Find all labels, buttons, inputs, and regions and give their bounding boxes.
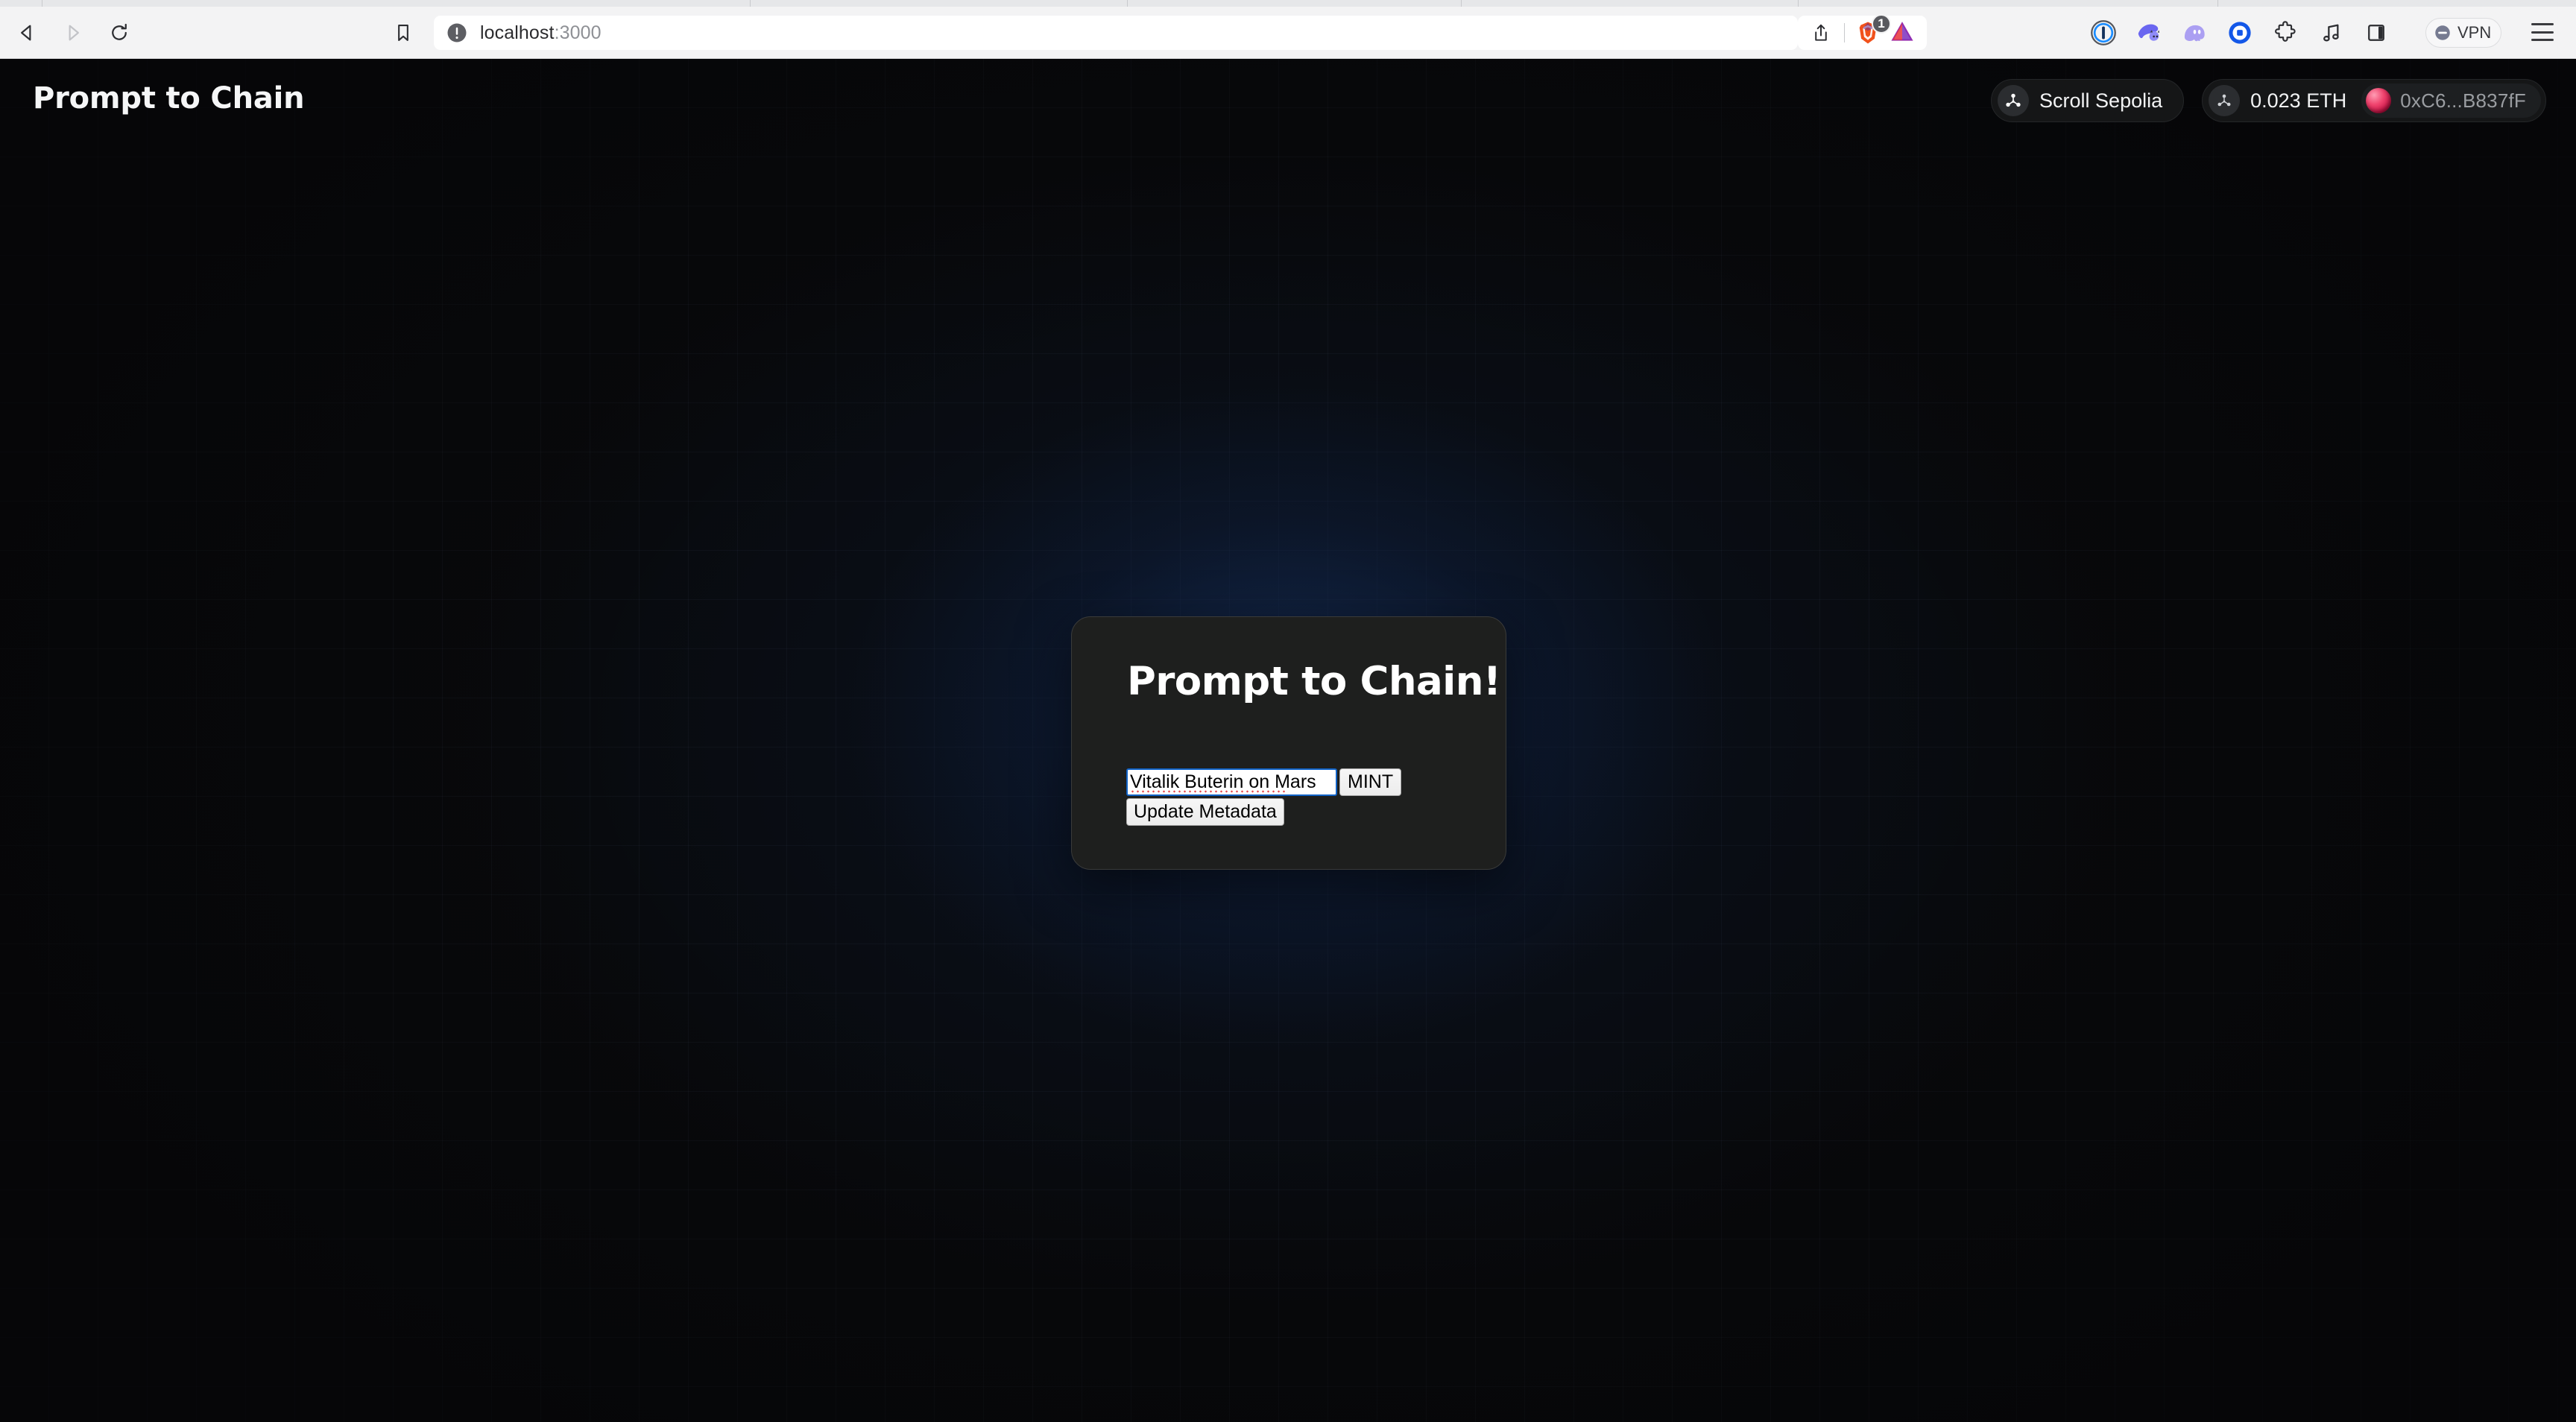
address-bar[interactable]: localhost:3000 xyxy=(434,16,1798,50)
hamburger-menu-icon xyxy=(2531,31,2554,34)
network-icon-wrap xyxy=(1998,85,2030,116)
back-button[interactable] xyxy=(6,12,48,54)
tab-separator xyxy=(750,0,751,7)
safe-wallet-icon xyxy=(2229,22,2251,44)
rabby-wallet-icon xyxy=(2138,24,2160,41)
extensions-puzzle-button[interactable] xyxy=(2269,16,2302,49)
account-address-label: 0xC6...B837fF xyxy=(2400,89,2526,112)
extensions-group xyxy=(2087,16,2393,50)
wallet-cluster: Scroll Sepolia 0.023 ETH 0xC6...B837fF xyxy=(1991,79,2546,122)
wallet-avatar-blob xyxy=(2366,88,2392,113)
tab-separator xyxy=(1798,0,1799,7)
browser-menu-button[interactable] xyxy=(2531,23,2554,41)
tab-separator xyxy=(1461,0,1462,7)
page-viewport: Prompt to Chain Scroll Sepolia 0.023 ETH… xyxy=(0,59,2576,1422)
tab-strip[interactable] xyxy=(0,0,2576,7)
brave-rewards-button[interactable] xyxy=(1885,16,1919,50)
app-header: Prompt to Chain Scroll Sepolia 0.023 ETH… xyxy=(0,59,2576,141)
onepassword-icon xyxy=(2091,20,2116,45)
page-title: Prompt to Chain xyxy=(33,81,305,116)
prompt-card: Prompt to Chain! MINT Update Metadata xyxy=(1071,616,1506,870)
tab-separator xyxy=(2217,0,2218,7)
network-nodes-icon xyxy=(2217,94,2231,107)
browser-chrome: localhost:3000 1 VPN xyxy=(0,0,2576,59)
share-icon xyxy=(1815,24,1827,41)
vpn-label: VPN xyxy=(2457,23,2492,42)
card-heading: Prompt to Chain! xyxy=(1127,659,1501,704)
account-balance-label: 0.023 ETH xyxy=(2250,89,2347,112)
safe-wallet-button[interactable] xyxy=(2223,16,2256,49)
sidebar-toggle-icon xyxy=(2368,25,2384,41)
bookmark-button[interactable] xyxy=(388,17,419,48)
toolbar-divider xyxy=(1844,23,1845,42)
hamburger-menu-icon xyxy=(2531,39,2554,41)
bookmark-icon xyxy=(398,25,408,41)
network-selector-button[interactable]: Scroll Sepolia xyxy=(1991,79,2185,122)
vpn-shield-icon xyxy=(2435,25,2450,40)
brave-shields-button[interactable]: 1 xyxy=(1851,14,1891,50)
browser-toolbar: localhost:3000 1 VPN xyxy=(0,7,2576,58)
navigation-button-group xyxy=(6,12,140,54)
network-nodes-icon xyxy=(2006,93,2021,107)
sidebar-toggle-button[interactable] xyxy=(2360,16,2393,49)
address-bar-actions: 1 xyxy=(1798,14,1927,50)
phantom-wallet-button[interactable] xyxy=(2178,16,2211,49)
forward-arrow-icon xyxy=(69,25,79,40)
reload-button[interactable] xyxy=(98,12,140,54)
vpn-button[interactable]: VPN xyxy=(2425,18,2502,48)
extensions-puzzle-icon xyxy=(2275,21,2296,42)
network-name-label: Scroll Sepolia xyxy=(2039,89,2163,112)
forward-button[interactable] xyxy=(52,12,94,54)
url-port: :3000 xyxy=(554,22,602,43)
mint-button[interactable]: MINT xyxy=(1339,768,1402,796)
reload-icon xyxy=(112,23,127,40)
account-address-chip[interactable]: 0xC6...B837fF xyxy=(2361,83,2541,118)
url-host: localhost xyxy=(480,22,555,43)
tab-separator xyxy=(1127,0,1128,7)
share-button[interactable] xyxy=(1804,16,1838,50)
not-secure-info-icon[interactable] xyxy=(446,22,468,44)
onepassword-button[interactable] xyxy=(2087,16,2120,49)
phantom-wallet-icon xyxy=(2184,25,2205,42)
mint-form-row: MINT xyxy=(1126,768,1402,796)
update-metadata-button[interactable]: Update Metadata xyxy=(1126,798,1284,826)
rabby-wallet-button[interactable] xyxy=(2133,16,2165,49)
account-button[interactable]: 0.023 ETH 0xC6...B837fF xyxy=(2202,79,2546,122)
address-bar-text: localhost:3000 xyxy=(480,22,602,44)
brave-rewards-icon xyxy=(1891,22,1913,41)
prompt-input[interactable] xyxy=(1126,768,1337,796)
music-media-button[interactable] xyxy=(2314,16,2347,49)
back-arrow-icon xyxy=(21,25,31,40)
balance-icon-wrap xyxy=(2209,85,2241,116)
music-note-icon xyxy=(2323,24,2339,42)
hamburger-menu-icon xyxy=(2531,23,2554,25)
